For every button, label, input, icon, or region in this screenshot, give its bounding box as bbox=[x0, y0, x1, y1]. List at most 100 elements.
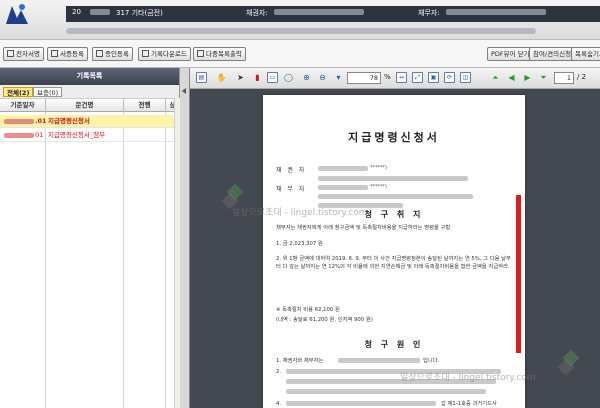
row-date: 01 bbox=[4, 129, 43, 142]
cost-breakdown: (내역 : 송달료 61,200 원, 인지액 900 원) bbox=[276, 317, 373, 323]
evidence-register-button[interactable]: 서증등록 bbox=[47, 47, 88, 61]
col-progress[interactable]: 전행 bbox=[124, 99, 166, 112]
multi-print-button[interactable]: 다중목록출력 bbox=[193, 47, 246, 61]
pdf-canvas[interactable]: 지급명령신청서 채 권 자 ******) 채 무 자 ******) 청 구 … bbox=[190, 89, 600, 408]
pdf-page: 지급명령신청서 채 권 자 ******) 채 무 자 ******) 청 구 … bbox=[263, 95, 525, 408]
claim-interest: 2. 위 1항 금액에 대하여 2019. 6. 9. 부터 이 사건 지급명령… bbox=[276, 256, 511, 270]
grid-header: 기준일자 문건명 전행 상 bbox=[0, 99, 180, 112]
person-icon bbox=[96, 50, 103, 57]
col-date[interactable]: 기준일자 bbox=[0, 99, 46, 112]
cause-item-2: 2. bbox=[276, 369, 282, 375]
sign-icon bbox=[7, 50, 14, 57]
watermark-logo-icon bbox=[557, 349, 584, 376]
case-year: 20 bbox=[72, 8, 81, 16]
col-divider bbox=[165, 112, 166, 408]
tab-all[interactable]: 전체(2) bbox=[3, 87, 34, 97]
doc-title: 지급명령신청서 bbox=[348, 131, 440, 144]
evidence-label: 서증등록 bbox=[60, 50, 84, 58]
list-hide-button[interactable]: 목록숨기기 bbox=[571, 47, 600, 61]
select-arrow-icon[interactable]: ➤ bbox=[235, 72, 246, 83]
grid-body: .01 지급명령신청서 01 지급명령신청서_첨부 bbox=[0, 112, 183, 408]
case-blur bbox=[90, 8, 110, 16]
print-label: 다중목록출력 bbox=[206, 50, 242, 58]
debtor-label: 채 무 자 bbox=[276, 186, 307, 193]
col-divider bbox=[45, 112, 46, 408]
fit-width-icon[interactable]: ↔ bbox=[396, 72, 407, 83]
debtor-blur bbox=[446, 8, 546, 16]
print-icon[interactable]: ▤ bbox=[196, 72, 207, 83]
redacted-line bbox=[318, 176, 468, 181]
claim-cause-heading: 청 구 원 인 bbox=[364, 340, 424, 349]
cause-ending: 입니다. bbox=[423, 358, 440, 364]
table-row[interactable]: .01 지급명령신청서 bbox=[0, 115, 174, 128]
court-logo-icon bbox=[6, 4, 28, 24]
page-marker-bar bbox=[516, 195, 521, 353]
two-page-icon[interactable]: ◫ bbox=[460, 72, 471, 83]
row-date: .01 bbox=[4, 115, 47, 128]
pdf-viewer-close-button[interactable]: PDF뷰어 닫기 bbox=[487, 47, 534, 61]
bookmark-icon[interactable]: ▮ bbox=[252, 72, 263, 83]
row-doc-name: 지급명령신청서_첨부 bbox=[48, 131, 106, 139]
download-label: 기록다운로드 bbox=[151, 50, 187, 58]
col-divider bbox=[123, 112, 124, 408]
panel-collapse-handle[interactable] bbox=[180, 68, 190, 408]
pdf-viewer-toolbar: ▤ ✋ ➤ ▮ ▭ ◯ ⊕ ⊖ ▾ 78 % ↔ ⤢ ▣ ⟳ ◫ ⏶ ◀ ▶ ⏷… bbox=[190, 68, 600, 89]
select-box-icon[interactable]: ▭ bbox=[267, 72, 278, 83]
app-header: 20 317 기타(금전) 채권자: 채무자: bbox=[0, 0, 600, 40]
redacted-line bbox=[318, 185, 368, 190]
cause-item-4: 4. bbox=[276, 401, 282, 407]
table-row[interactable]: 01 지급명령신청서_첨부 bbox=[0, 129, 174, 142]
creditor-label: 채권자: bbox=[246, 9, 268, 17]
row-doc-name: 지급명령신청서 bbox=[48, 117, 90, 125]
zoom-out-icon[interactable]: ⊖ bbox=[317, 72, 328, 83]
witness-label: 증인등록 bbox=[105, 50, 129, 58]
rotate-icon[interactable]: ⟳ bbox=[444, 72, 455, 83]
hand-tool-icon[interactable]: ✋ bbox=[216, 72, 227, 83]
evidence-ref: 갑 제1-1호증 과거기드사 bbox=[441, 401, 497, 407]
actual-size-icon[interactable]: ▣ bbox=[428, 72, 439, 83]
creditor-id-mask: ******) bbox=[370, 165, 387, 171]
tab-supplement[interactable]: 보충(0) bbox=[33, 87, 63, 97]
zoom-dropdown-icon[interactable]: ▾ bbox=[333, 72, 344, 83]
debtor-label: 채무자: bbox=[418, 9, 440, 17]
record-list-panel: 기록목록 전체(2) 보충(0) 기준일자 문건명 전행 상 .01 지급명령신… bbox=[0, 68, 183, 408]
page-total: / 2 bbox=[577, 73, 587, 81]
redacted-line bbox=[286, 401, 436, 406]
esign-label: 전자서명 bbox=[16, 50, 40, 58]
main-toolbar: 전자서명 서증등록 증인등록 기록다운로드 다중목록출력 PDF뷰어 닫기 참여… bbox=[0, 40, 600, 68]
first-page-icon[interactable]: ⏶ bbox=[490, 72, 501, 83]
redacted-line bbox=[318, 166, 368, 171]
page-number-input[interactable]: 1 bbox=[554, 72, 574, 84]
redacted-line bbox=[338, 358, 420, 363]
zoom-input[interactable]: 78 bbox=[347, 72, 381, 84]
last-page-icon[interactable]: ⏷ bbox=[538, 72, 549, 83]
marquee-zoom-icon[interactable]: ◯ bbox=[283, 72, 294, 83]
cost-note: ※ 독촉절차 비용 62,100 원 bbox=[276, 307, 340, 313]
redacted-line bbox=[286, 389, 486, 394]
panel-title: 기록목록 bbox=[0, 68, 179, 85]
consult-request-button[interactable]: 참여/견의신청 bbox=[529, 47, 576, 61]
claim-paragraph: 채무자는 채권자에게 아래 청구금액 및 독촉절차비용을 지급하라는 명령을 구… bbox=[276, 225, 451, 231]
zoom-in-icon[interactable]: ⊕ bbox=[301, 72, 312, 83]
esign-button[interactable]: 전자서명 bbox=[3, 47, 44, 61]
case-type: 317 기타(금전) bbox=[116, 9, 163, 17]
record-tabs: 전체(2) 보충(0) bbox=[0, 85, 179, 99]
zoom-percent: % bbox=[384, 73, 391, 81]
creditor-blur bbox=[274, 8, 364, 16]
record-download-button[interactable]: 기록다운로드 bbox=[138, 47, 191, 61]
prev-page-icon[interactable]: ◀ bbox=[506, 72, 517, 83]
col-doc-name[interactable]: 문건명 bbox=[46, 99, 124, 112]
watermark-text-2: 일상으로초대 - lingel.tistory.com bbox=[400, 373, 536, 383]
collapse-arrow-icon bbox=[182, 88, 186, 94]
witness-register-button[interactable]: 증인등록 bbox=[92, 47, 133, 61]
creditor-label: 채 권 자 bbox=[276, 167, 307, 174]
debtor-id-mask: ******) bbox=[370, 184, 387, 190]
next-page-icon[interactable]: ▶ bbox=[522, 72, 533, 83]
header-sub-blur bbox=[66, 28, 536, 34]
document-icon bbox=[51, 50, 58, 57]
fit-page-icon[interactable]: ⤢ bbox=[412, 72, 423, 83]
watermark-text: 일상으로초대 - lingel.tistory.com bbox=[232, 208, 368, 218]
claim-amount: 1. 금 2,023,307 원 bbox=[276, 241, 323, 247]
print-icon bbox=[197, 50, 204, 57]
redacted-line bbox=[318, 194, 473, 199]
